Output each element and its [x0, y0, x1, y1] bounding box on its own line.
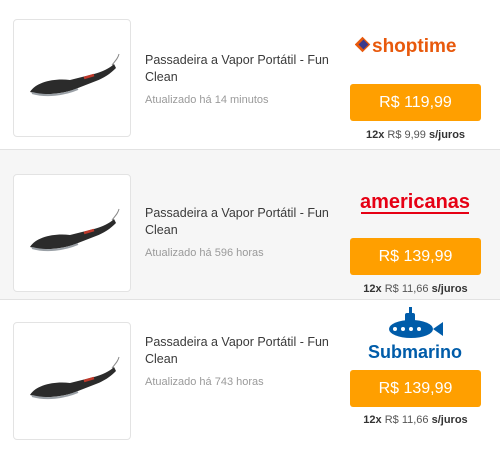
svg-text:shoptime: shoptime — [372, 36, 456, 57]
shoptime-logo: shoptime — [355, 36, 456, 57]
store-logo-shoptime[interactable]: shoptime — [350, 20, 480, 72]
installment-value: R$ 11,66 — [384, 414, 429, 426]
installment-count: 12x — [363, 283, 382, 295]
product-thumbnail[interactable] — [13, 19, 131, 137]
installment-terms: s/juros — [428, 129, 466, 141]
product-info: Passadeira a Vapor Portátil - Fun Clean … — [145, 52, 345, 106]
installment-info: 12x R$ 11,66 s/juros — [350, 283, 481, 295]
installment-value: R$ 11,66 — [384, 283, 429, 295]
product-name[interactable]: Passadeira a Vapor Portátil - Fun Clean — [145, 334, 345, 368]
store-logo-submarino[interactable]: Submarino — [350, 302, 480, 364]
installment-count: 12x — [365, 129, 385, 141]
installment-terms: s/juros — [431, 283, 468, 295]
product-name[interactable]: Passadeira a Vapor Portátil - Fun Clean — [145, 52, 345, 86]
svg-text:americanas: americanas — [360, 191, 470, 213]
installment-value: R$ 9,99 — [387, 129, 426, 141]
product-name[interactable]: Passadeira a Vapor Portátil - Fun Clean — [145, 205, 345, 239]
product-info: Passadeira a Vapor Portátil - Fun Clean … — [145, 205, 345, 259]
installment-info: 12x R$ 9,99 s/juros — [350, 129, 481, 141]
installment-terms: s/juros — [431, 414, 468, 426]
product-info: Passadeira a Vapor Portátil - Fun Clean … — [145, 334, 345, 388]
updated-time: Atualizado há 743 horas — [145, 376, 264, 388]
submarine-icon — [389, 307, 443, 338]
updated-time: Atualizado há 14 minutos — [145, 94, 269, 106]
steamer-icon — [30, 53, 120, 97]
product-thumbnail[interactable] — [13, 322, 131, 440]
price-button[interactable]: R$ 139,99 — [350, 370, 481, 407]
americanas-logo: americanas — [360, 191, 470, 214]
installment-count: 12x — [363, 414, 382, 426]
installment-info: 12x R$ 11,66 s/juros — [350, 414, 481, 426]
offer-list: Passadeira a Vapor Portátil - Fun Clean … — [0, 0, 500, 450]
offer-row: Passadeira a Vapor Portátil - Fun Clean … — [0, 0, 500, 150]
steamer-icon — [30, 356, 120, 400]
price-button[interactable]: R$ 139,99 — [350, 238, 481, 275]
store-logo-americanas[interactable]: americanas — [350, 176, 480, 228]
updated-time: Atualizado há 596 horas — [145, 247, 264, 259]
product-thumbnail[interactable] — [13, 174, 131, 292]
offer-row: Passadeira a Vapor Portátil - Fun Clean … — [0, 300, 500, 450]
price-button[interactable]: R$ 119,99 — [350, 84, 481, 121]
steamer-icon — [30, 208, 120, 252]
submarino-logo: Submarino — [368, 307, 462, 362]
svg-text:Submarino: Submarino — [368, 342, 462, 362]
offer-row: Passadeira a Vapor Portátil - Fun Clean … — [0, 150, 500, 300]
